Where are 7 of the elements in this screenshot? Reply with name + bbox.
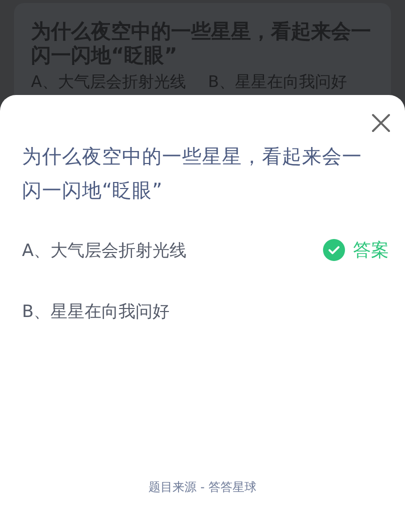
source-text: 题目来源 - 答答星球 [148, 479, 256, 496]
close-icon [370, 112, 392, 134]
close-button[interactable] [370, 112, 392, 134]
option-text: A、大气层会折射光线 [22, 240, 187, 262]
option-text: B、星星在向我问好 [22, 301, 170, 323]
answer-label: 答案 [353, 239, 389, 262]
question-text: 为什么夜空中的一些星星，看起来会一闪一闪地“眨眼” [22, 144, 363, 204]
